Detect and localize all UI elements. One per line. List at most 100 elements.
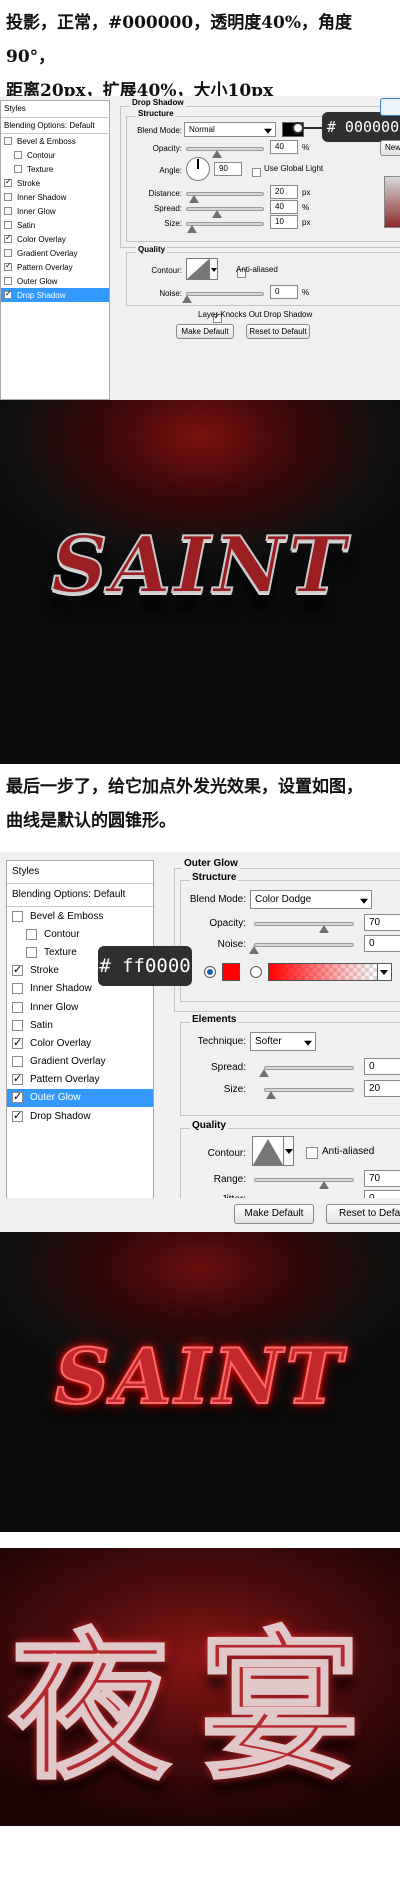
style-checkbox[interactable] xyxy=(4,137,12,145)
style-checkbox[interactable] xyxy=(12,983,23,995)
noise-slider[interactable] xyxy=(186,292,264,296)
style-checkbox[interactable] xyxy=(12,1072,23,1086)
style-item-texture[interactable]: Texture xyxy=(1,162,109,176)
spread-slider[interactable] xyxy=(264,1066,354,1070)
opacity-input[interactable]: 40 xyxy=(270,140,298,154)
style-item-satin[interactable]: Satin xyxy=(7,1016,153,1034)
distance-slider-thumb[interactable] xyxy=(188,195,199,203)
blend-mode-select[interactable]: Color Dodge xyxy=(250,890,372,909)
spread-input[interactable]: 0 xyxy=(364,1058,400,1075)
opacity-slider-thumb[interactable] xyxy=(212,150,223,158)
style-checkbox[interactable] xyxy=(12,1036,23,1049)
size-slider-thumb[interactable] xyxy=(266,1091,277,1099)
style-checkbox[interactable] xyxy=(4,289,12,299)
style-checkbox[interactable] xyxy=(4,233,12,243)
reset-default-button[interactable]: Reset to Default xyxy=(246,324,310,339)
style-item-contour[interactable]: Contour xyxy=(7,925,153,943)
contour-preview[interactable] xyxy=(186,258,210,280)
style-checkbox[interactable] xyxy=(4,177,12,187)
style-checkbox[interactable] xyxy=(26,946,37,958)
style-item-contour[interactable]: Contour xyxy=(1,148,109,162)
contour-dropdown[interactable] xyxy=(210,258,218,280)
style-item-inner-shadow[interactable]: Inner Shadow xyxy=(1,190,109,204)
style-checkbox[interactable] xyxy=(4,207,12,215)
noise-slider[interactable] xyxy=(254,943,354,947)
style-checkbox[interactable] xyxy=(14,151,22,159)
style-item-outer-glow[interactable]: Outer Glow xyxy=(7,1088,153,1108)
opacity-slider[interactable] xyxy=(254,922,354,926)
opacity-slider-thumb[interactable] xyxy=(319,925,329,933)
blending-options-item[interactable]: Blending Options: Default xyxy=(7,884,153,907)
opacity-input[interactable]: 70 xyxy=(364,914,400,931)
style-checkbox[interactable] xyxy=(4,261,12,271)
style-item-bevel-emboss[interactable]: Bevel & Emboss xyxy=(1,134,109,148)
solid-color-radio[interactable] xyxy=(204,966,216,978)
style-checkbox[interactable] xyxy=(14,165,22,173)
style-item-pattern-overlay[interactable]: Pattern Overlay xyxy=(1,260,109,274)
style-item-label: Stroke xyxy=(30,965,59,977)
glow-color-swatch[interactable] xyxy=(222,963,240,981)
noise-slider-thumb[interactable] xyxy=(249,946,259,954)
style-checkbox[interactable] xyxy=(4,221,12,229)
style-checkbox[interactable] xyxy=(12,963,23,977)
angle-dial[interactable] xyxy=(186,157,210,181)
style-item-inner-glow[interactable]: Inner Glow xyxy=(1,204,109,218)
new-style-button[interactable]: New xyxy=(380,140,400,156)
noise-slider-thumb[interactable] xyxy=(182,295,192,303)
spread-input[interactable]: 40 xyxy=(270,200,298,214)
contour-preview[interactable] xyxy=(252,1136,284,1166)
style-item-drop-shadow[interactable]: Drop Shadow xyxy=(1,288,109,302)
blend-mode-select[interactable]: Normal xyxy=(184,122,276,137)
style-checkbox[interactable] xyxy=(26,928,37,940)
style-checkbox[interactable] xyxy=(4,249,12,257)
technique-select[interactable]: Softer xyxy=(250,1032,316,1051)
gradient-dropdown[interactable] xyxy=(378,963,392,981)
range-slider-thumb[interactable] xyxy=(319,1181,329,1189)
style-checkbox[interactable] xyxy=(12,910,23,922)
make-default-button[interactable]: Make Default xyxy=(176,324,234,339)
style-item-satin[interactable]: Satin xyxy=(1,218,109,232)
style-item-bevel-emboss[interactable]: Bevel & Emboss xyxy=(7,907,153,925)
style-item-stroke[interactable]: Stroke xyxy=(1,176,109,190)
style-checkbox[interactable] xyxy=(12,1090,23,1104)
make-default-button[interactable]: Make Default xyxy=(234,1204,314,1224)
style-item-pattern-overlay[interactable]: Pattern Overlay xyxy=(7,1071,153,1089)
size-input[interactable]: 10 xyxy=(270,215,298,229)
style-checkbox[interactable] xyxy=(4,277,12,285)
ok-button-partial[interactable] xyxy=(380,98,400,116)
blending-options-item[interactable]: Blending Options: Default xyxy=(1,118,109,134)
noise-input[interactable]: 0 xyxy=(364,935,400,952)
style-checkbox[interactable] xyxy=(4,193,12,201)
glow-gradient-preview[interactable] xyxy=(268,963,378,981)
style-checkbox[interactable] xyxy=(12,1056,23,1068)
distance-input[interactable]: 20 xyxy=(270,185,298,199)
range-input[interactable]: 70 xyxy=(364,1170,400,1187)
anti-aliased-checkbox[interactable] xyxy=(306,1147,318,1159)
style-item-gradient-overlay[interactable]: Gradient Overlay xyxy=(1,246,109,260)
spread-slider-thumb[interactable] xyxy=(212,210,223,218)
reset-default-button[interactable]: Reset to Defa xyxy=(326,1204,400,1224)
style-checkbox[interactable] xyxy=(12,1001,23,1013)
opacity-slider[interactable] xyxy=(186,147,264,151)
spread-slider-thumb[interactable] xyxy=(259,1069,269,1077)
style-item-gradient-overlay[interactable]: Gradient Overlay xyxy=(7,1053,153,1071)
style-checkbox[interactable] xyxy=(12,1109,23,1122)
size-slider[interactable] xyxy=(186,222,264,226)
style-item-color-overlay[interactable]: Color Overlay xyxy=(1,232,109,246)
style-item-label: Bevel & Emboss xyxy=(17,136,76,146)
size-input[interactable]: 20 xyxy=(364,1080,400,1097)
size-slider[interactable] xyxy=(264,1088,354,1092)
global-light-checkbox[interactable] xyxy=(252,168,261,177)
noise-input[interactable]: 0 xyxy=(270,285,298,299)
spread-slider[interactable] xyxy=(186,207,264,211)
style-checkbox[interactable] xyxy=(12,1019,23,1031)
style-item-color-overlay[interactable]: Color Overlay xyxy=(7,1034,153,1052)
range-slider[interactable] xyxy=(254,1178,354,1182)
style-item-drop-shadow[interactable]: Drop Shadow xyxy=(7,1107,153,1125)
angle-input[interactable]: 90 xyxy=(214,162,242,176)
size-slider-thumb[interactable] xyxy=(187,225,198,233)
gradient-radio[interactable] xyxy=(250,966,262,978)
contour-dropdown[interactable] xyxy=(284,1136,294,1166)
style-item-inner-glow[interactable]: Inner Glow xyxy=(7,998,153,1016)
style-item-outer-glow[interactable]: Outer Glow xyxy=(1,274,109,288)
